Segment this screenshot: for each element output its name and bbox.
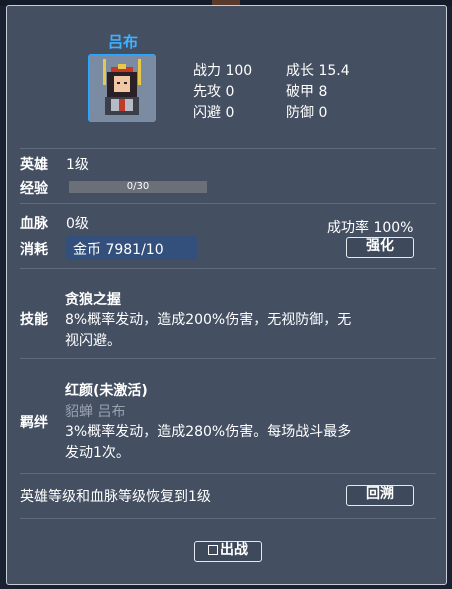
- cost-value: 金币 7981/10: [73, 242, 164, 258]
- divider: [20, 358, 436, 359]
- stat-dodge: 闪避 0: [193, 105, 235, 121]
- stat-armor-break: 破甲 8: [286, 84, 328, 100]
- enhance-button[interactable]: 强化: [346, 237, 414, 258]
- bloodline-label: 血脉: [20, 216, 48, 232]
- skill-name: 贪狼之握: [65, 292, 121, 308]
- revert-button[interactable]: 回溯: [346, 485, 414, 506]
- exp-progress-text: 0/30: [126, 181, 150, 192]
- hero-level-value: 1级: [66, 157, 89, 173]
- skill-desc-line1: 8%概率发动，造成200%伤害，无视防御，无: [65, 312, 352, 328]
- hero-portrait[interactable]: [88, 54, 156, 122]
- deploy-button-label: 出战: [220, 542, 248, 558]
- hero-portrait-icon: [89, 55, 155, 121]
- stat-defense: 防御 0: [286, 105, 328, 121]
- divider: [20, 268, 436, 269]
- divider: [20, 518, 436, 519]
- stat-initiative: 先攻 0: [193, 84, 235, 100]
- divider: [20, 473, 436, 474]
- bloodline-value: 0级: [66, 216, 89, 232]
- bond-label: 羁绊: [20, 415, 48, 431]
- bond-members: 貂蝉 吕布: [65, 404, 126, 420]
- bond-desc-line1: 3%概率发动，造成280%伤害。每场战斗最多: [65, 424, 352, 440]
- divider: [20, 148, 436, 149]
- skill-label: 技能: [20, 312, 48, 328]
- skill-desc-line2: 视闪避。: [65, 333, 121, 349]
- hero-detail-panel: 吕布 战力 100 成长 15.4 先攻 0 破甲 8 闪避 0 防御 0 英雄: [6, 5, 447, 585]
- exp-label: 经验: [20, 181, 48, 197]
- bond-desc-line2: 发动1次。: [65, 445, 130, 461]
- stat-growth: 成长 15.4: [286, 63, 350, 79]
- revert-description: 英雄等级和血脉等级恢复到1级: [20, 489, 211, 505]
- checkbox-icon: [208, 545, 218, 555]
- success-rate: 成功率 100%: [327, 220, 414, 236]
- divider: [20, 203, 436, 204]
- stat-power: 战力 100: [193, 63, 253, 79]
- hero-level-label: 英雄: [20, 157, 48, 173]
- deploy-button[interactable]: 出战: [194, 541, 262, 562]
- cost-label: 消耗: [20, 242, 48, 258]
- bond-name: 红颜(未激活): [65, 383, 148, 399]
- hero-name: 吕布: [107, 33, 138, 51]
